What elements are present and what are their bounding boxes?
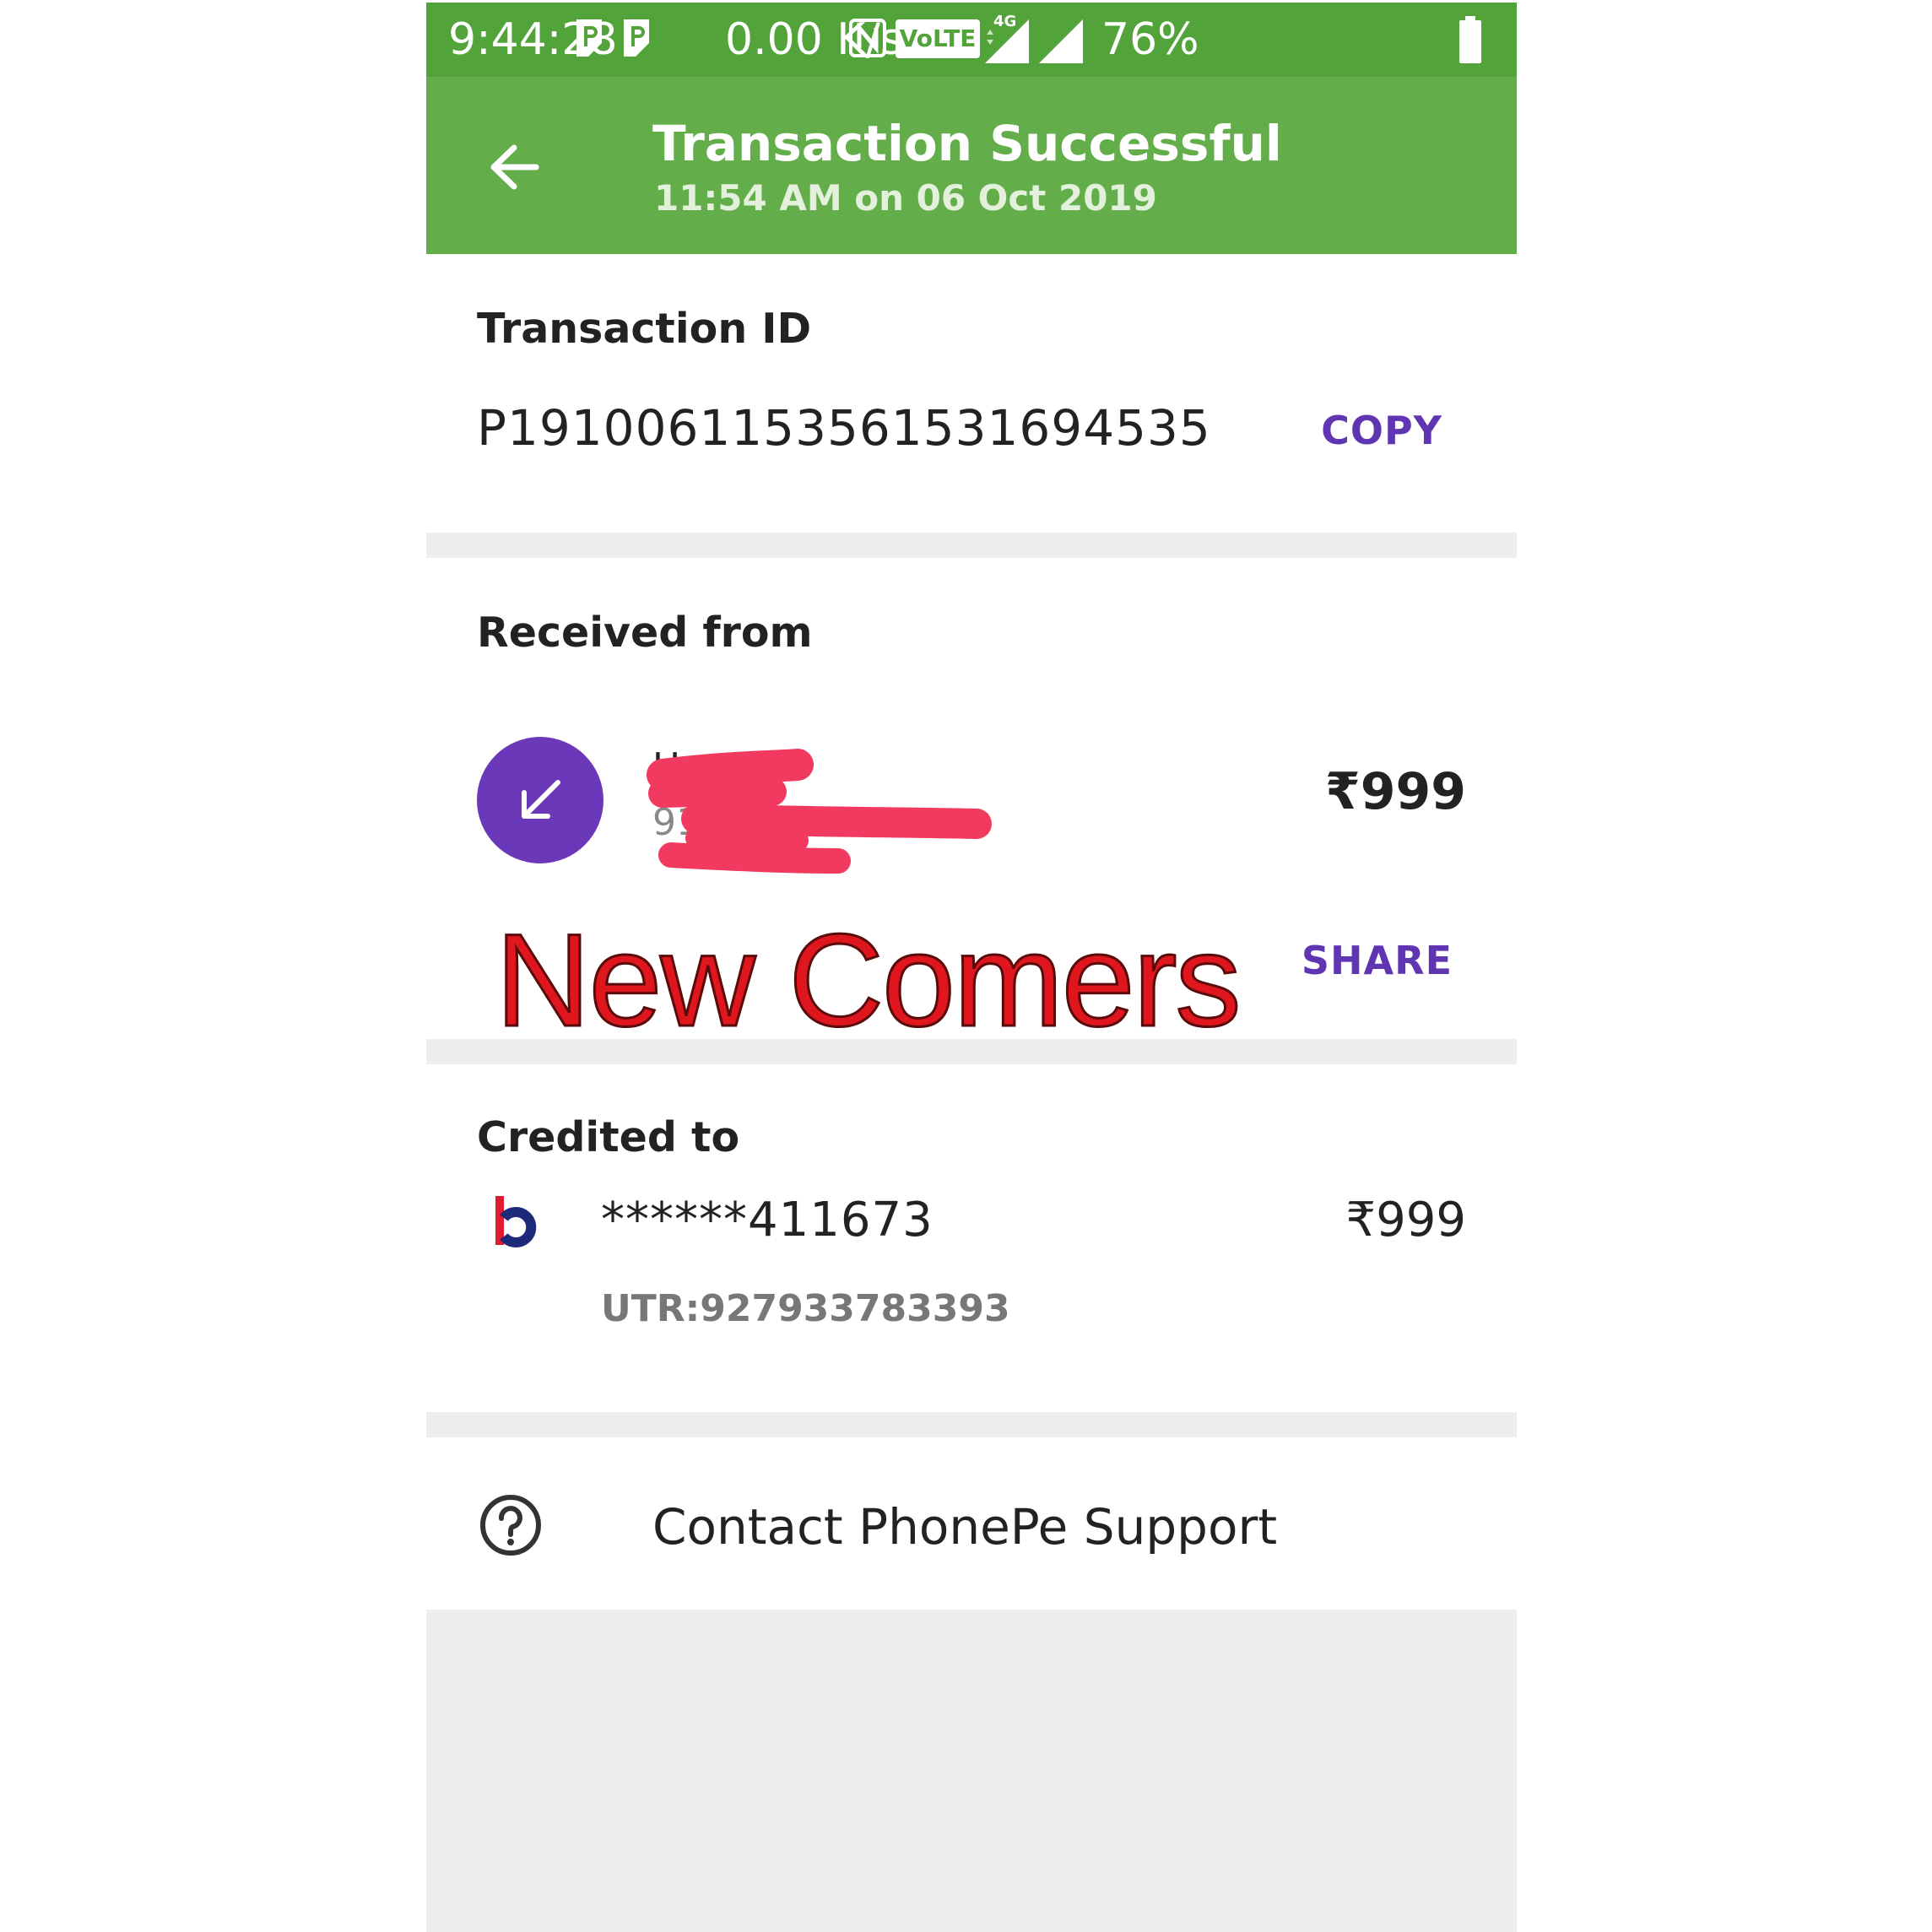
- redaction-scribble: [647, 749, 992, 874]
- received-avatar: [477, 737, 603, 863]
- transaction-datetime: 11:54 AM on 06 Oct 2019: [654, 177, 1157, 219]
- credited-to-label: Credited to: [477, 1113, 740, 1161]
- received-from-label: Received from: [477, 609, 813, 657]
- section-divider: [426, 1412, 1517, 1437]
- battery-icon: [1459, 16, 1481, 63]
- signal-icon: [1039, 19, 1083, 63]
- transaction-id-value: P1910061153561531694535: [477, 399, 1211, 457]
- copy-button[interactable]: COPY: [1321, 408, 1442, 453]
- received-amount: ₹999: [1325, 762, 1466, 821]
- utr-number: UTR:927933783393: [601, 1287, 1010, 1330]
- status-bar: 9:44:28 0.00 K/s VoLTE 4G 76%: [426, 3, 1517, 77]
- footer-area: [426, 1610, 1517, 1932]
- bank-logo-icon: [495, 1196, 537, 1247]
- help-circle-icon: [480, 1495, 541, 1556]
- overlay-caption: New Comers: [495, 906, 1242, 1056]
- section-divider: [426, 533, 1517, 558]
- nfc-icon: [849, 19, 886, 57]
- signal-icon: [985, 19, 1029, 63]
- credited-amount: ₹999: [1345, 1193, 1466, 1247]
- account-number: ******411673: [601, 1193, 934, 1247]
- volte-icon: VoLTE: [896, 19, 980, 58]
- phone-screen: 9:44:28 0.00 K/s VoLTE 4G 76% Transactio…: [426, 3, 1517, 1932]
- contact-support-row[interactable]: Contact PhonePe Support: [426, 1437, 1517, 1610]
- section-divider: [426, 1039, 1517, 1064]
- share-button[interactable]: SHARE: [1302, 938, 1453, 983]
- contact-support-label: Contact PhonePe Support: [652, 1498, 1278, 1556]
- app-bar: Transaction Successful 11:54 AM on 06 Oc…: [426, 77, 1517, 254]
- transaction-id-label: Transaction ID: [477, 305, 812, 353]
- parking-icon: [624, 19, 649, 57]
- parking-icon: [576, 19, 602, 57]
- arrow-left-icon[interactable]: [477, 129, 553, 205]
- arrow-down-left-icon: [522, 780, 560, 819]
- page-title: Transaction Successful: [652, 115, 1282, 172]
- battery-percent: 76%: [1101, 14, 1199, 65]
